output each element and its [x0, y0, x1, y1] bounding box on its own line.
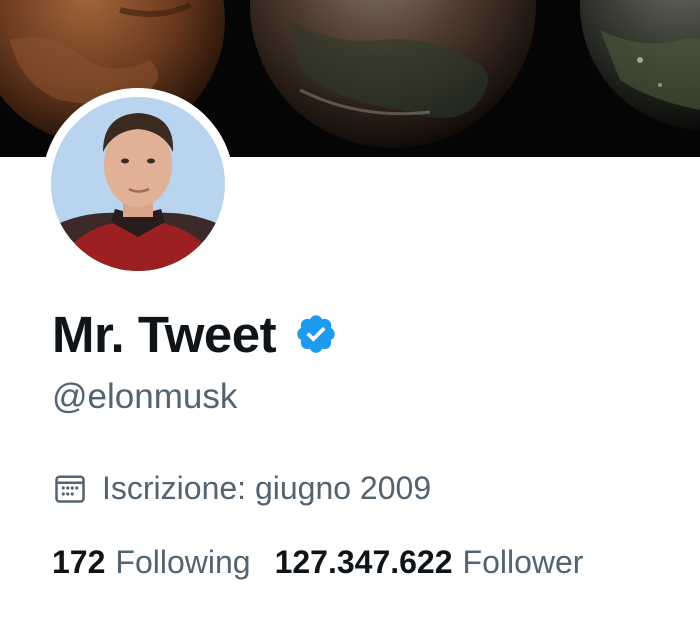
name-row: Mr. Tweet — [52, 302, 338, 366]
followers-link[interactable]: 127.347.622 Follower — [275, 546, 584, 578]
followers-count: 127.347.622 — [274, 544, 453, 580]
follow-stats: 172 Following 127.347.622 Follower — [52, 540, 583, 584]
following-label: Following — [115, 544, 251, 580]
following-count: 172 — [52, 544, 106, 580]
join-date-text: Iscrizione: giugno 2009 — [102, 470, 432, 506]
calendar-icon — [52, 470, 88, 506]
join-date-row: Iscrizione: giugno 2009 — [52, 466, 431, 510]
profile-header: Mr. Tweet @elonmusk Iscrizione: giugno 2… — [0, 0, 700, 621]
followers-label: Follower — [462, 544, 584, 580]
username-handle: @elonmusk — [52, 377, 238, 416]
verified-badge-icon[interactable] — [294, 312, 338, 356]
avatar-image — [51, 97, 225, 271]
following-link[interactable]: 172 Following — [52, 546, 251, 578]
avatar[interactable] — [51, 97, 225, 271]
display-name: Mr. Tweet — [52, 305, 277, 363]
